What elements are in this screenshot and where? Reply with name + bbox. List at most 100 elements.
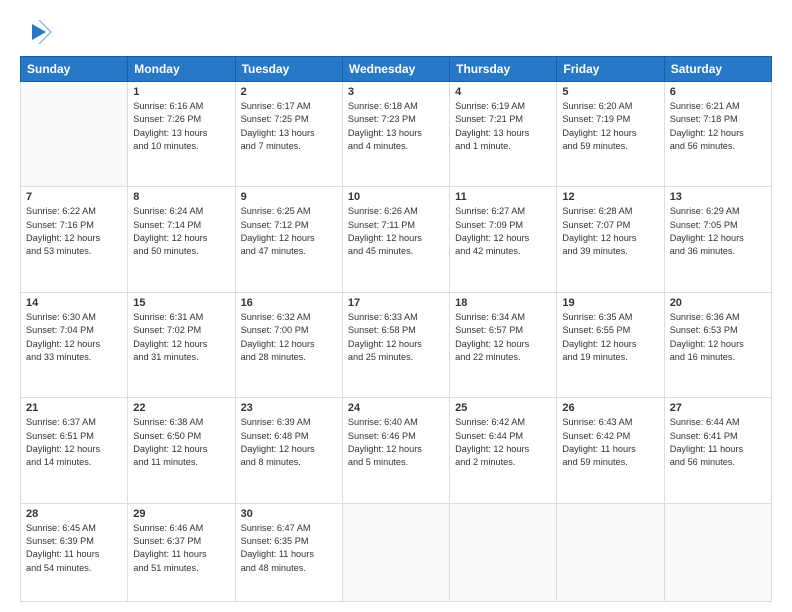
day-number: 7 — [26, 191, 122, 203]
calendar-cell: 19 Sunrise: 6:35 AMSunset: 6:55 PMDayligh… — [557, 292, 664, 397]
day-number: 9 — [241, 191, 337, 203]
day-number: 29 — [133, 508, 229, 520]
day-number: 21 — [26, 402, 122, 414]
calendar-cell: 29 Sunrise: 6:46 AMSunset: 6:37 PMDayligh… — [128, 503, 235, 601]
calendar-cell: 5Sunrise: 6:20 AMSunset: 7:19 PMDaylight… — [557, 82, 664, 187]
day-info: Sunrise: 6:16 AMSunset: 7:26 PMDaylight:… — [133, 100, 229, 153]
day-info: Sunrise: 6:30 AMSunset: 7:04 PMDaylight:… — [26, 311, 122, 364]
day-info: Sunrise: 6:46 AMSunset: 6:37 PMDaylight:… — [133, 522, 229, 575]
day-info: Sunrise: 6:18 AMSunset: 7:23 PMDaylight:… — [348, 100, 444, 153]
calendar-week-row: 7 Sunrise: 6:22 AMSunset: 7:16 PMDaylight… — [21, 187, 772, 292]
calendar-cell: 13 Sunrise: 6:29 AMSunset: 7:05 PMDayligh… — [664, 187, 771, 292]
day-info: Sunrise: 6:38 AMSunset: 6:50 PMDaylight:… — [133, 416, 229, 469]
calendar-week-row: 21 Sunrise: 6:37 AMSunset: 6:51 PMDayligh… — [21, 398, 772, 503]
calendar-cell — [557, 503, 664, 601]
day-number: 8 — [133, 191, 229, 203]
calendar-cell: 20 Sunrise: 6:36 AMSunset: 6:53 PMDayligh… — [664, 292, 771, 397]
day-info: Sunrise: 6:22 AMSunset: 7:16 PMDaylight:… — [26, 205, 122, 258]
page: SundayMondayTuesdayWednesdayThursdayFrid… — [0, 0, 792, 612]
day-info: Sunrise: 6:26 AMSunset: 7:11 PMDaylight:… — [348, 205, 444, 258]
logo-icon — [24, 18, 52, 46]
day-number: 23 — [241, 402, 337, 414]
day-info: Sunrise: 6:34 AMSunset: 6:57 PMDaylight:… — [455, 311, 551, 364]
calendar-header-row: SundayMondayTuesdayWednesdayThursdayFrid… — [21, 57, 772, 82]
day-number: 4 — [455, 86, 551, 98]
calendar-cell — [664, 503, 771, 601]
day-number: 17 — [348, 297, 444, 309]
day-number: 2 — [241, 86, 337, 98]
day-number: 26 — [562, 402, 658, 414]
day-info: Sunrise: 6:28 AMSunset: 7:07 PMDaylight:… — [562, 205, 658, 258]
calendar-cell: 24 Sunrise: 6:40 AMSunset: 6:46 PMDayligh… — [342, 398, 449, 503]
day-number: 15 — [133, 297, 229, 309]
calendar-cell: 18 Sunrise: 6:34 AMSunset: 6:57 PMDayligh… — [450, 292, 557, 397]
calendar-cell — [342, 503, 449, 601]
calendar-cell: 23Sunrise: 6:39 AMSunset: 6:48 PMDayligh… — [235, 398, 342, 503]
day-info: Sunrise: 6:25 AMSunset: 7:12 PMDaylight:… — [241, 205, 337, 258]
day-info: Sunrise: 6:29 AMSunset: 7:05 PMDaylight:… — [670, 205, 766, 258]
calendar-cell: 10 Sunrise: 6:26 AMSunset: 7:11 PMDayligh… — [342, 187, 449, 292]
calendar-cell: 21 Sunrise: 6:37 AMSunset: 6:51 PMDayligh… — [21, 398, 128, 503]
day-info: Sunrise: 6:33 AMSunset: 6:58 PMDaylight:… — [348, 311, 444, 364]
calendar-cell: 14 Sunrise: 6:30 AMSunset: 7:04 PMDayligh… — [21, 292, 128, 397]
day-number: 18 — [455, 297, 551, 309]
header-cell-monday: Monday — [128, 57, 235, 82]
header-cell-sunday: Sunday — [21, 57, 128, 82]
calendar-cell: 9 Sunrise: 6:25 AMSunset: 7:12 PMDaylight… — [235, 187, 342, 292]
calendar-week-row: 14 Sunrise: 6:30 AMSunset: 7:04 PMDayligh… — [21, 292, 772, 397]
calendar-cell: 28 Sunrise: 6:45 AMSunset: 6:39 PMDayligh… — [21, 503, 128, 601]
calendar-cell: 8Sunrise: 6:24 AMSunset: 7:14 PMDaylight… — [128, 187, 235, 292]
day-number: 12 — [562, 191, 658, 203]
day-info: Sunrise: 6:17 AMSunset: 7:25 PMDaylight:… — [241, 100, 337, 153]
calendar-cell — [450, 503, 557, 601]
day-info: Sunrise: 6:27 AMSunset: 7:09 PMDaylight:… — [455, 205, 551, 258]
day-info: Sunrise: 6:35 AMSunset: 6:55 PMDaylight:… — [562, 311, 658, 364]
day-info: Sunrise: 6:45 AMSunset: 6:39 PMDaylight:… — [26, 522, 122, 575]
day-number: 1 — [133, 86, 229, 98]
day-info: Sunrise: 6:20 AMSunset: 7:19 PMDaylight:… — [562, 100, 658, 153]
calendar-cell: 4 Sunrise: 6:19 AMSunset: 7:21 PMDaylight… — [450, 82, 557, 187]
calendar-cell — [21, 82, 128, 187]
day-info: Sunrise: 6:40 AMSunset: 6:46 PMDaylight:… — [348, 416, 444, 469]
calendar-table: SundayMondayTuesdayWednesdayThursdayFrid… — [20, 56, 772, 602]
day-number: 10 — [348, 191, 444, 203]
day-info: Sunrise: 6:47 AMSunset: 6:35 PMDaylight:… — [241, 522, 337, 575]
day-number: 6 — [670, 86, 766, 98]
day-number: 3 — [348, 86, 444, 98]
calendar-cell: 26 Sunrise: 6:43 AMSunset: 6:42 PMDayligh… — [557, 398, 664, 503]
calendar-cell: 17 Sunrise: 6:33 AMSunset: 6:58 PMDayligh… — [342, 292, 449, 397]
header-cell-thursday: Thursday — [450, 57, 557, 82]
day-info: Sunrise: 6:42 AMSunset: 6:44 PMDaylight:… — [455, 416, 551, 469]
day-number: 19 — [562, 297, 658, 309]
calendar-cell: 11Sunrise: 6:27 AMSunset: 7:09 PMDayligh… — [450, 187, 557, 292]
calendar-cell: 27Sunrise: 6:44 AMSunset: 6:41 PMDayligh… — [664, 398, 771, 503]
header — [20, 18, 772, 46]
day-info: Sunrise: 6:43 AMSunset: 6:42 PMDaylight:… — [562, 416, 658, 469]
logo — [20, 18, 52, 46]
day-number: 22 — [133, 402, 229, 414]
day-number: 20 — [670, 297, 766, 309]
calendar-cell: 12 Sunrise: 6:28 AMSunset: 7:07 PMDayligh… — [557, 187, 664, 292]
day-info: Sunrise: 6:32 AMSunset: 7:00 PMDaylight:… — [241, 311, 337, 364]
calendar-week-row: 1 Sunrise: 6:16 AMSunset: 7:26 PMDaylight… — [21, 82, 772, 187]
day-info: Sunrise: 6:21 AMSunset: 7:18 PMDaylight:… — [670, 100, 766, 153]
day-info: Sunrise: 6:19 AMSunset: 7:21 PMDaylight:… — [455, 100, 551, 153]
day-number: 13 — [670, 191, 766, 203]
day-number: 28 — [26, 508, 122, 520]
day-number: 30 — [241, 508, 337, 520]
day-number: 14 — [26, 297, 122, 309]
day-number: 16 — [241, 297, 337, 309]
header-cell-tuesday: Tuesday — [235, 57, 342, 82]
day-info: Sunrise: 6:36 AMSunset: 6:53 PMDaylight:… — [670, 311, 766, 364]
calendar-cell: 2 Sunrise: 6:17 AMSunset: 7:25 PMDaylight… — [235, 82, 342, 187]
calendar-week-row: 28 Sunrise: 6:45 AMSunset: 6:39 PMDayligh… — [21, 503, 772, 601]
day-info: Sunrise: 6:37 AMSunset: 6:51 PMDaylight:… — [26, 416, 122, 469]
day-info: Sunrise: 6:31 AMSunset: 7:02 PMDaylight:… — [133, 311, 229, 364]
calendar-cell: 30 Sunrise: 6:47 AMSunset: 6:35 PMDayligh… — [235, 503, 342, 601]
day-number: 24 — [348, 402, 444, 414]
header-cell-wednesday: Wednesday — [342, 57, 449, 82]
calendar-cell: 22 Sunrise: 6:38 AMSunset: 6:50 PMDayligh… — [128, 398, 235, 503]
calendar-cell: 7 Sunrise: 6:22 AMSunset: 7:16 PMDaylight… — [21, 187, 128, 292]
calendar-cell: 3 Sunrise: 6:18 AMSunset: 7:23 PMDaylight… — [342, 82, 449, 187]
header-cell-saturday: Saturday — [664, 57, 771, 82]
